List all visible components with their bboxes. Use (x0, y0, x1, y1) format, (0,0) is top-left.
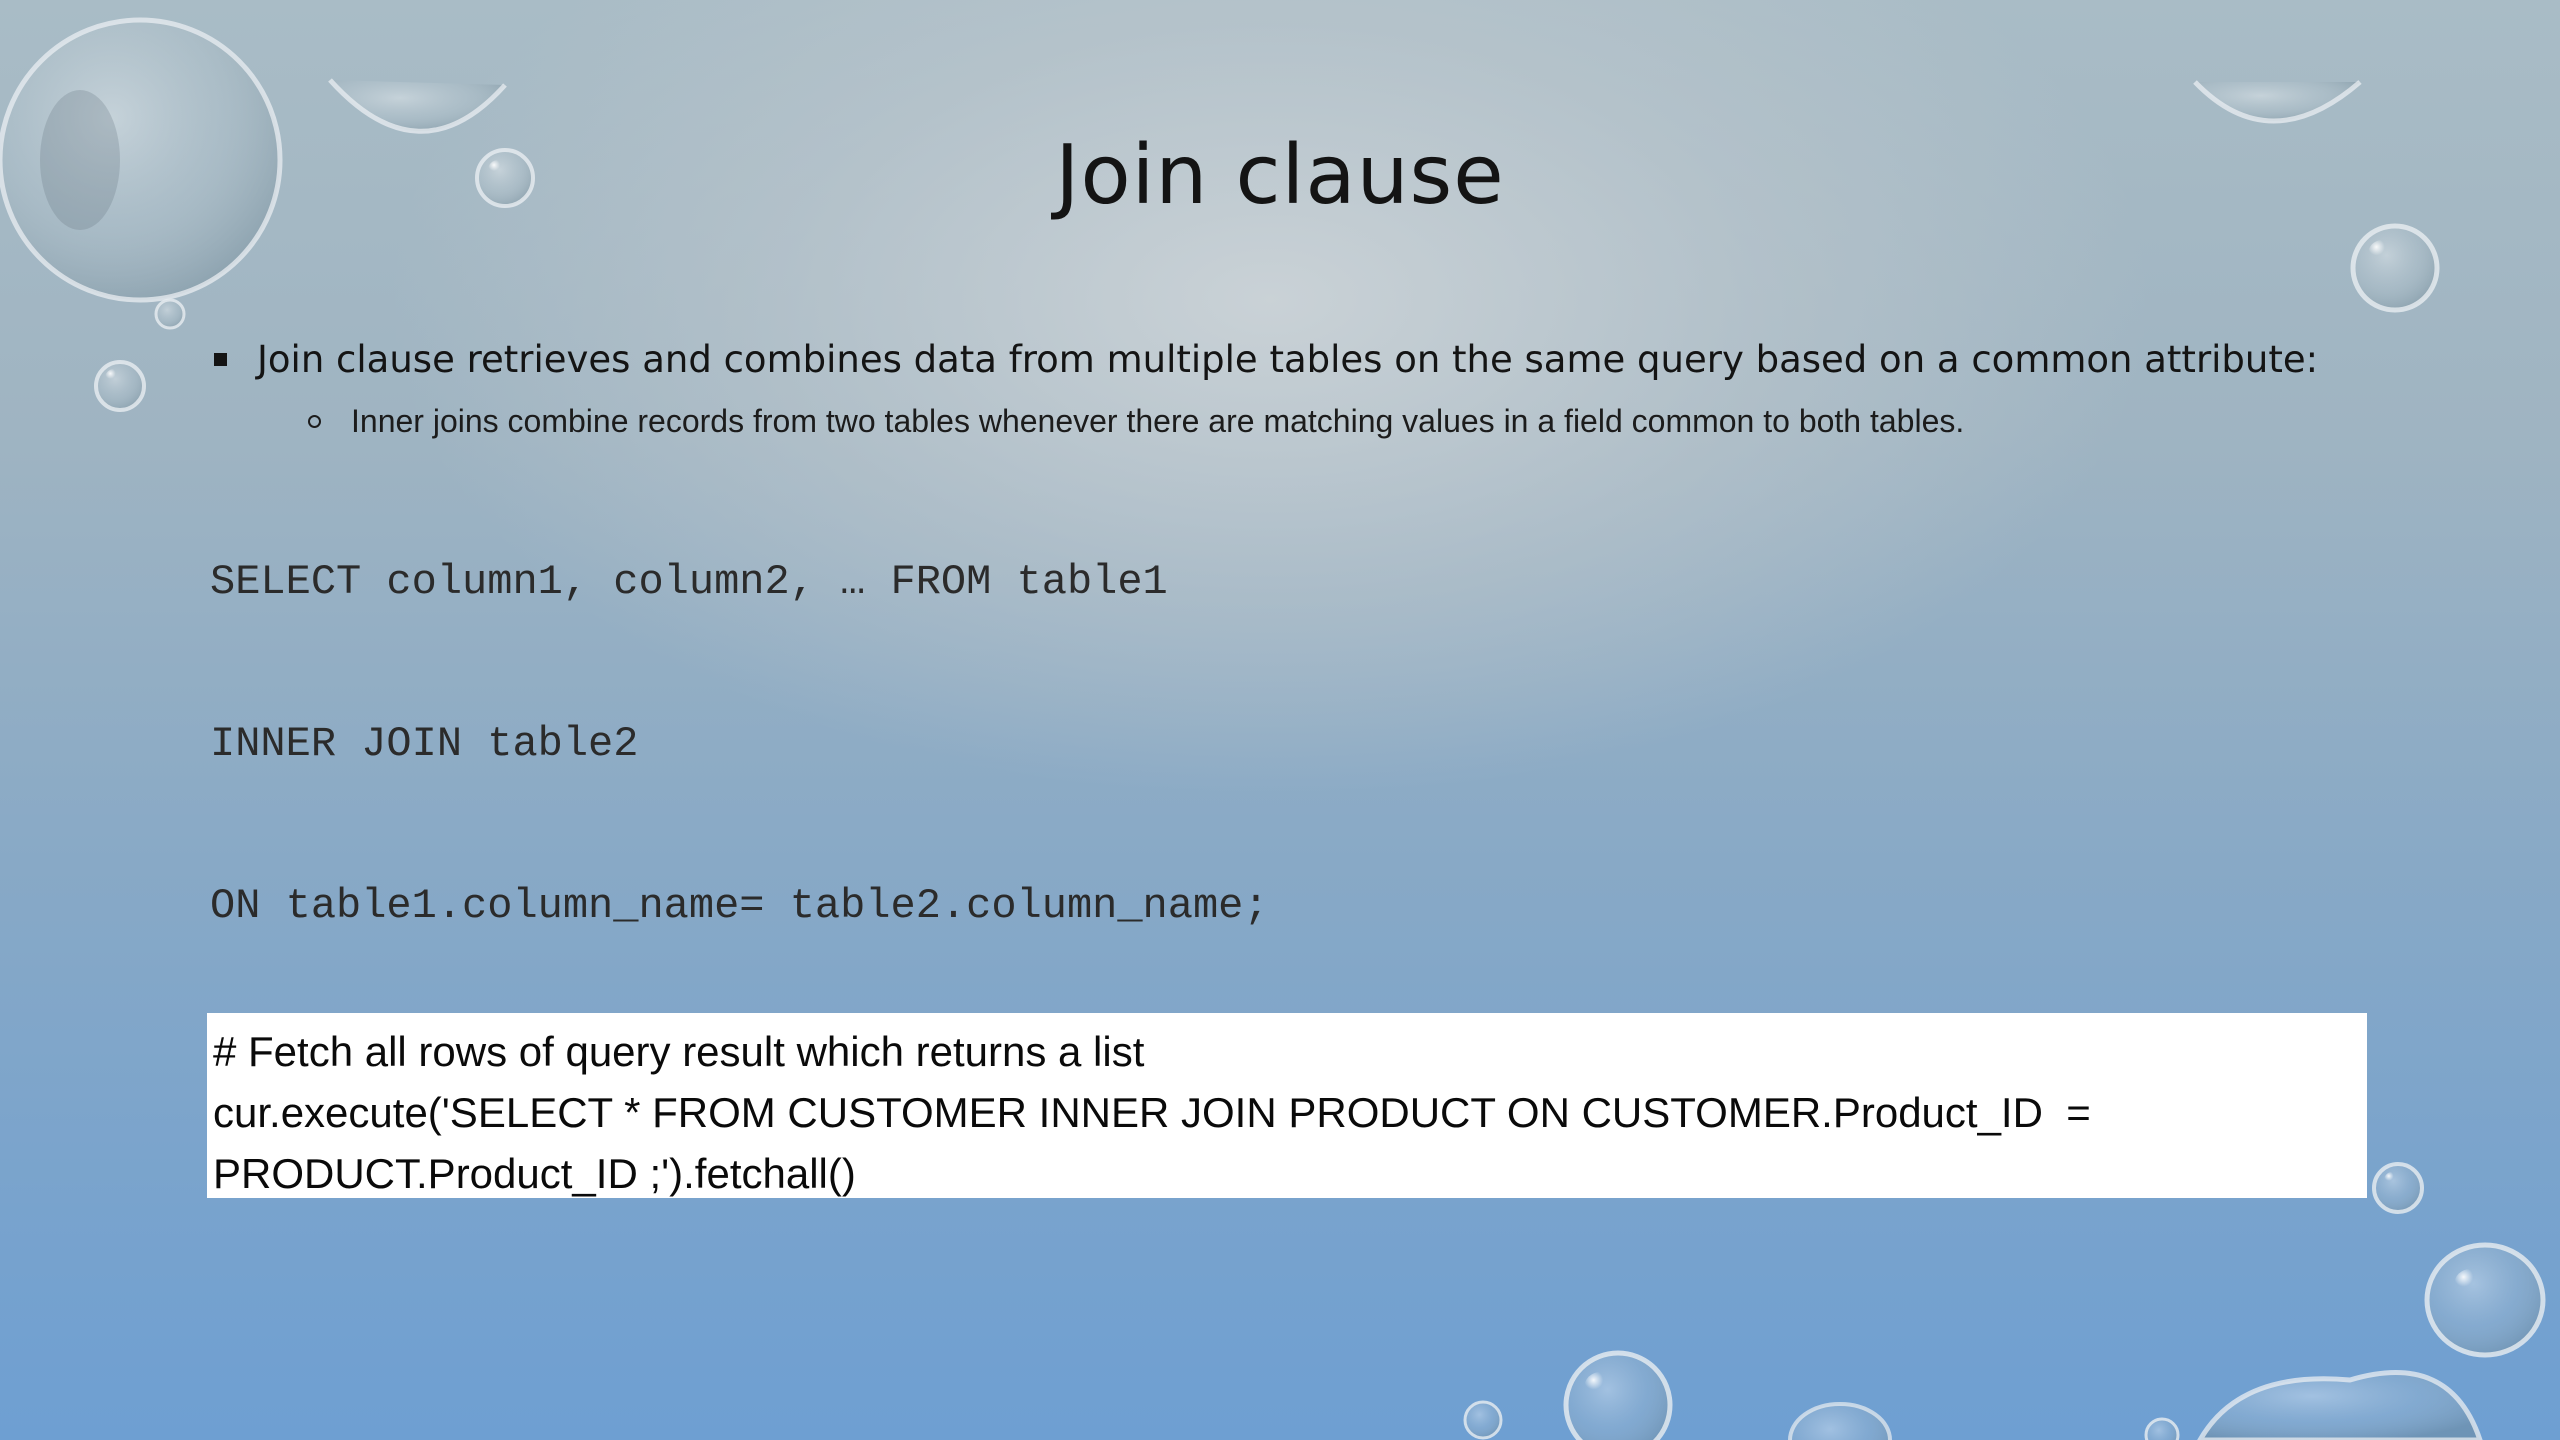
code-comment-line: # Fetch all rows of query result which r… (213, 1028, 1145, 1075)
code-line: PRODUCT.Product_ID ;').fetchall() (213, 1150, 856, 1197)
circle-bullet-icon (308, 415, 321, 428)
slide: Join clause Join clause retrieves and co… (0, 0, 2560, 1440)
bullet-text: Join clause retrieves and combines data … (257, 338, 2319, 381)
code-line: cur.execute('SELECT * FROM CUSTOMER INNE… (213, 1089, 2091, 1136)
sql-line-select: SELECT column1, column2, … FROM table1 (210, 558, 1168, 606)
bullet-list: Join clause retrieves and combines data … (210, 338, 2460, 440)
sql-line-on: ON table1.column_name= table2.column_nam… (210, 882, 1269, 930)
sql-line-inner-join: INNER JOIN table2 (210, 720, 639, 768)
slide-title: Join clause (1055, 128, 1505, 223)
sub-bullet-text: Inner joins combine records from two tab… (351, 403, 1965, 439)
bullet-item: Join clause retrieves and combines data … (210, 338, 2460, 381)
square-bullet-icon (214, 353, 227, 366)
sub-bullet-item: Inner joins combine records from two tab… (308, 403, 2460, 440)
python-code-box: # Fetch all rows of query result which r… (207, 1013, 2367, 1198)
